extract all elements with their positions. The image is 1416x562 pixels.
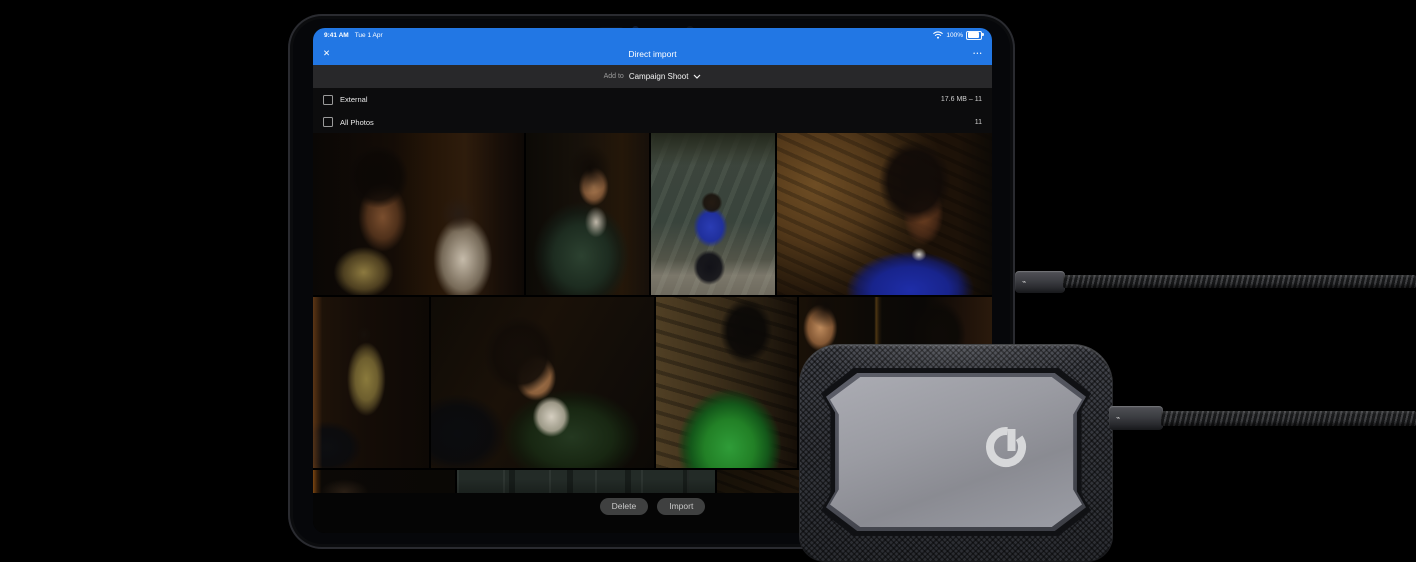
add-to-label: Add to — [603, 73, 624, 80]
status-date: Tue 1 Apr — [354, 31, 383, 39]
delete-button[interactable]: Delete — [599, 498, 649, 515]
ssd-plate-face — [830, 377, 1082, 527]
braided-cable-bottom — [1161, 411, 1416, 426]
usb-c-connector-ipad: ⌁ — [1015, 271, 1065, 293]
braided-cable-top — [1063, 275, 1416, 288]
thunderbolt-icon: ⌁ — [1022, 278, 1027, 286]
usb-c-connector-ssd: ⌁ — [1109, 406, 1163, 430]
source-meta: 11 — [974, 118, 982, 126]
photo-thumbnail-3[interactable] — [651, 133, 775, 295]
photo-thumbnail-10[interactable] — [457, 470, 715, 493]
thunderbolt-icon: ⌁ — [1116, 414, 1121, 422]
photo-thumbnail-1[interactable] — [313, 133, 524, 295]
app-header: ✕ Direct import ••• — [313, 42, 992, 65]
status-bar: 9:41 AM Tue 1 Apr 100% — [313, 28, 992, 42]
photo-thumbnail-5[interactable] — [313, 297, 429, 468]
checkbox-all-photos[interactable] — [323, 117, 333, 127]
source-row-external[interactable]: External 17.6 MB – 11 — [313, 88, 992, 111]
photo-thumbnail-2[interactable] — [526, 133, 649, 295]
page-title: Direct import — [628, 48, 677, 59]
photo-thumbnail-6[interactable] — [431, 297, 654, 468]
source-label: All Photos — [340, 117, 374, 127]
source-meta: 17.6 MB – 11 — [940, 96, 982, 103]
photo-thumbnail-7[interactable] — [656, 297, 797, 468]
chevron-down-icon — [693, 74, 701, 79]
battery-percent: 100% — [946, 31, 963, 39]
add-to-value: Campaign Shoot — [628, 72, 689, 81]
source-row-all-photos[interactable]: All Photos 11 — [313, 111, 992, 133]
source-label: External — [340, 95, 368, 104]
status-time: 9:41 AM — [324, 31, 349, 39]
photo-thumbnail-9[interactable] — [313, 470, 455, 493]
wifi-icon — [933, 31, 944, 39]
import-button[interactable]: Import — [657, 498, 706, 515]
photo-thumbnail-4[interactable] — [777, 133, 992, 295]
checkbox-external[interactable] — [323, 94, 333, 105]
add-to-selector[interactable]: Add to Campaign Shoot — [313, 65, 992, 88]
external-ssd-drive — [799, 344, 1113, 562]
g-technology-logo-icon — [986, 427, 1027, 467]
battery-icon — [966, 30, 984, 40]
